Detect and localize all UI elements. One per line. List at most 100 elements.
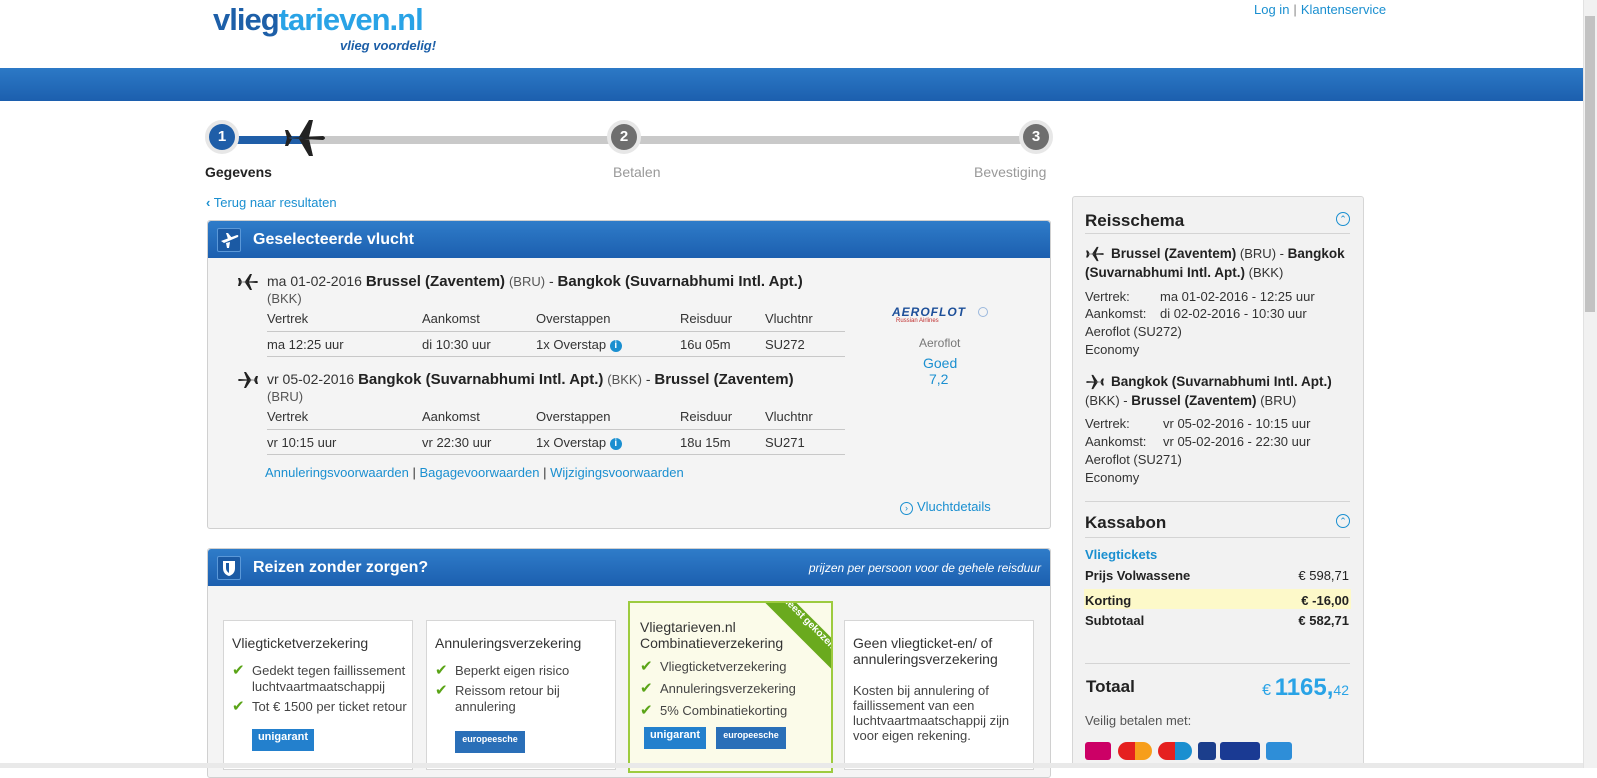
insurance-card-none[interactable]: Geen vliegticket-en/ of annuleringsverze… — [844, 620, 1034, 770]
collapse-receipt-icon[interactable]: ⌃ — [1336, 514, 1350, 528]
info-icon[interactable]: i — [609, 437, 622, 450]
insurance-title: Reizen zonder zorgen? — [253, 559, 429, 576]
info-icon[interactable]: i — [609, 339, 622, 352]
secure-payment-label: Veilig betalen met: — [1085, 713, 1192, 728]
outbound-to-code: (BKK) — [267, 291, 302, 306]
insurance-card-cancellation[interactable]: Annuleringsverzekering Beperkt eigen ris… — [426, 620, 616, 770]
outbound-col-departure: Vertrek — [267, 311, 309, 326]
maestro-logo-icon — [1158, 742, 1192, 760]
card-cancellation-item-1: Beperkt eigen risico — [435, 663, 613, 679]
conditions-links: Annuleringsvoorwaarden | Bagagevoorwaard… — [265, 465, 684, 480]
itinerary-outbound-to-code: (BKK) — [1248, 265, 1284, 280]
outbound-stops[interactable]: 1x Overstap i — [536, 337, 622, 352]
change-terms-link[interactable]: Wijzigingsvoorwaarden — [550, 465, 684, 480]
itinerary-inbound-dep-label: Vertrek: — [1085, 416, 1130, 431]
card-cancellation-item-2: Reissom retour bij annulering — [435, 683, 613, 715]
total-amount: € 1165,42 — [1262, 674, 1349, 702]
inbound-col-stops: Overstappen — [536, 409, 611, 424]
itinerary-outbound-plane-icon — [1086, 246, 1104, 262]
itinerary-inbound-from-code: (BKK) — [1085, 393, 1120, 408]
airline-logo-text: AEROFLOT — [892, 305, 966, 319]
inbound-dash: - — [645, 371, 651, 387]
flight-details-label: Vluchtdetails — [917, 499, 991, 514]
inbound-departure: vr 10:15 uur — [267, 435, 337, 450]
collapse-itinerary-icon[interactable]: ⌃ — [1336, 212, 1350, 226]
total-label: Totaal — [1086, 677, 1135, 696]
itinerary-outbound-dep: ma 01-02-2016 - 12:25 uur — [1160, 289, 1315, 304]
inbound-stops[interactable]: 1x Overstap i — [536, 435, 622, 450]
outbound-col-duration: Reisduur — [680, 311, 733, 326]
outbound-duration: 16u 05m — [680, 337, 731, 352]
itinerary-inbound-dep: vr 05-02-2016 - 10:15 uur — [1163, 416, 1311, 431]
flight-details-link[interactable]: › Vluchtdetails — [900, 499, 991, 515]
visa-logo-icon — [1220, 742, 1260, 760]
unigarant-logo: unigarant — [252, 729, 314, 751]
back-link-label: Terug naar resultaten — [213, 195, 337, 210]
card-combination-item-2: Annuleringsverzekering — [640, 681, 825, 697]
scrollbar-thumb[interactable] — [1585, 16, 1595, 312]
insurance-card-combination[interactable]: Vliegtarieven.nl Combinatieverzekering m… — [628, 601, 833, 773]
progress-track-2 — [624, 136, 1036, 144]
airline-rating-label[interactable]: Goed — [923, 355, 957, 371]
selected-flight-header: Geselecteerde vlucht — [208, 221, 1050, 258]
itinerary-outbound-to: Bangkok — [1287, 246, 1345, 261]
receipt-section-flights: Vliegtickets — [1085, 547, 1158, 562]
inbound-date: vr 05-02-2016 — [267, 371, 355, 387]
outbound-plane-icon — [238, 274, 258, 290]
shield-icon — [217, 556, 241, 580]
outbound-to: Bangkok (Suvarnabhumi Intl. Apt.) — [557, 273, 803, 290]
receipt-title: Kassabon — [1085, 513, 1167, 532]
inbound-divider — [267, 429, 845, 430]
itinerary-inbound-dash: - — [1123, 393, 1128, 408]
airline-rating-value[interactable]: 7,2 — [929, 371, 948, 387]
card-none-text: Kosten bij annulering of faillissement v… — [853, 683, 1010, 743]
insurance-card-ticket[interactable]: Vliegticketverzekering Gedekt tegen fail… — [223, 620, 413, 770]
airline-name: Aeroflot — [919, 336, 961, 350]
step-3-number: 3 — [1023, 124, 1049, 150]
step-2-label: Betalen — [613, 164, 661, 180]
back-to-results-link[interactable]: ‹ Terug naar resultaten — [206, 195, 337, 210]
inbound-from: Bangkok (Suvarnabhumi Intl. Apt.) — [358, 371, 604, 388]
customer-service-link[interactable]: Klantenservice — [1301, 2, 1386, 17]
cancellation-terms-link[interactable]: Annuleringsvoorwaarden — [265, 465, 409, 480]
total-integer: 1165, — [1274, 674, 1334, 701]
airplane-icon — [217, 228, 241, 252]
logo-text-part2: tarieven.nl — [278, 2, 424, 37]
receipt-divider — [1085, 537, 1350, 538]
outbound-stops-label: 1x Overstap — [536, 337, 607, 352]
itinerary-inbound-plane-icon — [1086, 374, 1104, 390]
login-link[interactable]: Log in — [1254, 2, 1289, 17]
itinerary-inbound-cabin: Economy — [1085, 470, 1140, 485]
airline-logo: AEROFLOT — [892, 305, 966, 319]
itinerary-inbound-to: Brussel (Zaventem) — [1131, 393, 1257, 408]
europeesche-logo: europeesche — [455, 731, 525, 753]
card-ticket-title: Vliegticketverzekering — [232, 635, 369, 651]
amex-logo-icon — [1266, 742, 1292, 760]
itinerary-inbound-line2: (BKK) - Brussel (Zaventem) (BRU) — [1085, 392, 1296, 410]
mastercard-logo-icon — [1118, 742, 1152, 760]
card-cancellation-title: Annuleringsverzekering — [435, 635, 582, 651]
itinerary-outbound-from-code: (BRU) — [1239, 246, 1277, 261]
total-divider — [1085, 663, 1350, 664]
outbound-col-arrival: Aankomst — [422, 311, 480, 326]
top-links-separator: | — [1293, 2, 1297, 17]
receipt-row-discount-value: € -16,00 — [1301, 593, 1349, 608]
card-ticket-item-2: Tot € 1500 per ticket retour — [232, 699, 410, 715]
site-logo[interactable]: vliegtarieven.nl vlieg voordelig! — [213, 2, 436, 53]
chevron-right-icon: › — [900, 502, 913, 515]
top-links: Log in | Klantenservice — [1254, 2, 1386, 17]
inbound-route: vr 05-02-2016 Bangkok (Suvarnabhumi Intl… — [267, 371, 794, 388]
skyteam-icon — [978, 307, 988, 317]
inbound-flightno: SU271 — [765, 435, 805, 450]
insurance-header: Reizen zonder zorgen? prijzen per persoo… — [208, 549, 1050, 586]
europeesche-logo: europeesche — [716, 727, 786, 749]
card-none-title: Geen vliegticket-en/ of annuleringsverze… — [853, 635, 998, 667]
itinerary-outbound-line1: Brussel (Zaventem) (BRU) - Bangkok — [1111, 245, 1345, 263]
itinerary-inbound-arr: vr 05-02-2016 - 22:30 uur — [1163, 434, 1311, 449]
inbound-col-flightno: Vluchtnr — [765, 409, 813, 424]
header-bar — [0, 68, 1583, 101]
bottom-strip — [0, 763, 1583, 768]
inbound-col-arrival: Aankomst — [422, 409, 480, 424]
step-1-number: 1 — [209, 124, 235, 150]
baggage-terms-link[interactable]: Bagagevoorwaarden — [419, 465, 539, 480]
